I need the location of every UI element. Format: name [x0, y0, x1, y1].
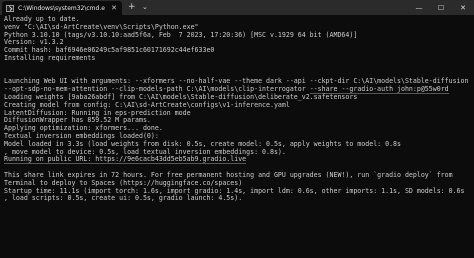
terminal-line: Running on public URL: https://9e6cacb43… [4, 155, 470, 165]
terminal-line: , load scripts: 0.5s, create ui: 0.5s, g… [4, 194, 243, 203]
terminal-output[interactable]: Already up to date. venv "C:\AI\sd-ArtCre… [4, 15, 470, 219]
title-bar: C:\Windows\system32\cmd.e ✕ + ⌄ — ☐ ✕ [0, 0, 474, 15]
terminal-line: Installing requirements [4, 53, 96, 62]
terminal-window: C:\Windows\system32\cmd.e ✕ + ⌄ — ☐ ✕ Al… [0, 0, 474, 258]
maximize-button[interactable]: ☐ [430, 0, 452, 15]
minimize-button[interactable]: — [408, 0, 430, 15]
close-button[interactable]: ✕ [452, 0, 474, 15]
window-controls: — ☐ ✕ [408, 0, 474, 15]
active-tab[interactable]: C:\Windows\system32\cmd.e ✕ [2, 1, 122, 15]
highlight-underline: Running on public URL: https://9e6cacb43… [4, 155, 247, 165]
terminal-line: Python 3.10.10 (tags/v3.10.10:aad5f6a, F… [4, 30, 358, 39]
chevron-down-icon[interactable]: ⌄ [142, 2, 148, 13]
terminal-icon [6, 4, 14, 12]
tab-close-icon[interactable]: ✕ [111, 4, 117, 12]
new-tab-button[interactable]: + [128, 2, 136, 13]
tab-title: C:\Windows\system32\cmd.e [18, 4, 105, 12]
